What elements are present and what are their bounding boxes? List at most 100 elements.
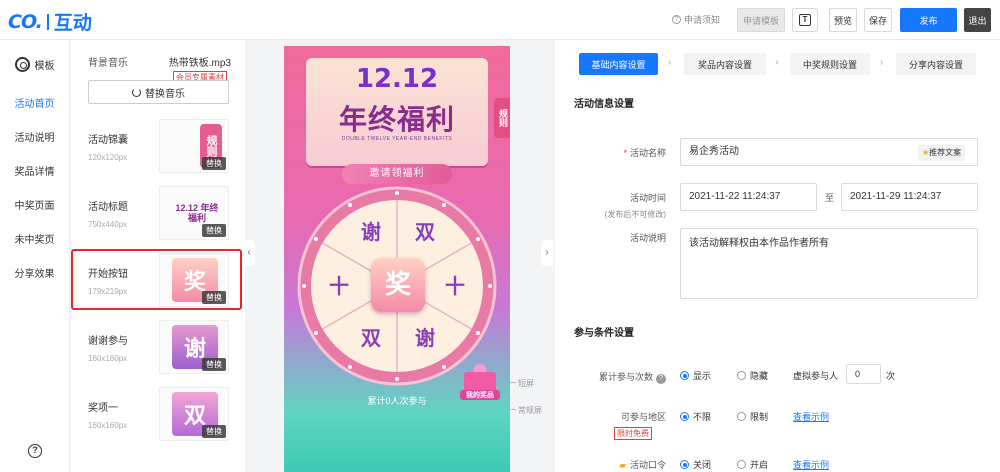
logo-divider — [46, 13, 49, 30]
apply-notice-label: 申请须知 — [684, 15, 721, 25]
normal-screen-marker — [510, 409, 516, 410]
nav-item-share[interactable]: 分享效果 — [0, 258, 69, 292]
activity-name-label: * 活动名称 — [623, 148, 666, 158]
help-icon[interactable]: ? — [656, 374, 666, 384]
asset-name: 活动标题 — [88, 202, 128, 213]
asset-thumbnail: 双 替换 — [159, 387, 229, 441]
save-button[interactable]: 保存 — [864, 8, 892, 32]
wheel-segment-ten-right: 十 — [445, 274, 465, 298]
phone-preview-canvas[interactable]: 12.12 年终福利 DOUBLE TWELVE YEAR-END BENEFI… — [284, 46, 510, 472]
banner-title: 年终福利 — [338, 103, 455, 136]
asset-item-prize-one[interactable]: 奖项一 160x160px 双 替换 — [88, 387, 229, 445]
replace-button[interactable]: 替换 — [202, 358, 226, 371]
nav-item-description[interactable]: 活动说明 — [0, 122, 69, 156]
view-example-link-password[interactable]: 查看示例 — [793, 458, 829, 471]
asset-item-title[interactable]: 活动标题 750x440px 12.12 年终福利 替换 — [88, 186, 229, 244]
virtual-participants-input[interactable]: 0 — [846, 364, 881, 384]
text-tool-button[interactable]: T — [792, 8, 818, 32]
title-banner[interactable]: 12.12 年终福利 DOUBLE TWELVE YEAR-END BENEFI… — [306, 58, 488, 166]
chevron-right-icon: › — [775, 57, 779, 68]
nav-item-win-page[interactable]: 中奖页面 — [0, 190, 69, 224]
radio-selected-icon — [680, 371, 689, 380]
radio-off[interactable]: 关闭 — [680, 458, 711, 471]
top-header: CO. 互动 ? 申请须知 申请模板 T 预览 保存 发布 退出 — [0, 0, 1000, 40]
wheel-segment-ten-left: 十 — [329, 274, 349, 298]
asset-size: 120x120px — [88, 153, 128, 162]
end-time-input[interactable]: 2021-11-29 11:24:37 — [841, 183, 978, 211]
replace-music-button[interactable]: 替换音乐 — [88, 80, 229, 104]
chevron-right-icon: › — [668, 57, 672, 68]
participation-counter: 累计0人次参与 — [367, 396, 427, 406]
preview-button[interactable]: 预览 — [829, 8, 857, 32]
wheel-segment-double-bottom: 双 — [361, 326, 381, 350]
asset-name: 谢谢参与 — [88, 336, 128, 347]
nav-item-lose-page[interactable]: 未中奖页 — [0, 224, 69, 258]
collapse-right-chevron-icon[interactable]: › — [541, 240, 553, 266]
radio-limited[interactable]: 限制 — [737, 410, 768, 423]
asset-item-tips[interactable]: 活动锦囊 120x120px 规则 替换 — [88, 119, 229, 177]
radio-hide[interactable]: 隐藏 — [737, 369, 768, 382]
app-logo[interactable]: CO. 互动 — [8, 8, 92, 35]
chevron-right-icon: › — [880, 57, 884, 68]
radio-on[interactable]: 开启 — [737, 458, 768, 471]
step-share-content[interactable]: 分享内容设置 — [896, 53, 976, 75]
radio-unlimited[interactable]: 不限 — [680, 410, 711, 423]
activity-desc-textarea[interactable]: 该活动解释权由本作品作者所有 — [680, 228, 978, 299]
password-icon: ▰ — [619, 460, 626, 470]
radio-unselected-icon — [737, 371, 746, 380]
radio-selected-icon — [680, 460, 689, 469]
apply-template-button[interactable]: 申请模板 — [737, 8, 785, 32]
collapse-left-chevron-icon[interactable]: ‹ — [243, 240, 255, 266]
view-example-link[interactable]: 查看示例 — [793, 410, 829, 423]
step-basic-content[interactable]: 基础内容设置 — [579, 53, 658, 75]
template-nav[interactable]: 模板 — [0, 40, 69, 88]
asset-name: 奖项一 — [88, 403, 118, 414]
short-screen-marker — [510, 382, 516, 383]
participation-count-label: 累计参与次数? — [560, 370, 666, 384]
radio-unselected-icon — [737, 460, 746, 469]
step-win-rules[interactable]: 中奖规则设置 — [790, 53, 870, 75]
apply-notice-link[interactable]: ? 申请须知 — [672, 13, 720, 26]
banner-subtitle: DOUBLE TWELVE YEAR-END BENEFITS — [341, 136, 453, 142]
password-label: ▰ 活动口令 — [619, 460, 666, 470]
text-box-icon: T — [799, 14, 811, 26]
recommend-copy-button[interactable]: ★推荐文案 — [918, 145, 966, 161]
template-icon — [14, 56, 30, 72]
nav-item-prize-details[interactable]: 奖品详情 — [0, 156, 69, 190]
nav-item-home[interactable]: 活动首页 — [0, 88, 69, 122]
help-icon[interactable]: ? — [28, 444, 42, 458]
section-title-join: 参与条件设置 — [574, 328, 634, 339]
start-time-input[interactable]: 2021-11-22 11:24:37 — [680, 183, 817, 211]
virtual-participants-label: 虚拟参与人 — [793, 371, 839, 381]
activity-desc-label: 活动说明 — [629, 233, 666, 243]
replace-button[interactable]: 替换 — [202, 224, 226, 237]
section-title-info: 活动信息设置 — [574, 99, 634, 110]
template-label: 模板 — [34, 60, 55, 72]
radio-show[interactable]: 显示 — [680, 369, 711, 382]
exit-button[interactable]: 退出 — [964, 8, 991, 32]
radio-unselected-icon — [737, 412, 746, 421]
selected-asset-highlight — [71, 249, 242, 310]
asset-thumbnail: 规则 替换 — [159, 119, 229, 173]
invite-benefits-button[interactable]: 邀请领福利 — [342, 164, 452, 184]
replace-music-label: 替换音乐 — [145, 88, 185, 100]
replace-button[interactable]: 替换 — [202, 157, 226, 170]
start-draw-button[interactable]: 奖 — [371, 258, 425, 312]
asset-size: 160x160px — [88, 421, 128, 430]
time-separator: 至 — [825, 193, 835, 203]
asset-item-thanks[interactable]: 谢谢参与 160x160px 谢 替换 — [88, 320, 229, 378]
activity-time-label: 活动时间 — [629, 193, 666, 203]
asset-thumbnail: 12.12 年终福利 替换 — [159, 186, 229, 240]
step-prize-content[interactable]: 奖品内容设置 — [684, 53, 766, 75]
region-label: 可参与地区 — [620, 412, 666, 422]
wheel-segment-thanks: 谢 — [361, 220, 381, 244]
rules-tab[interactable]: 规则 — [494, 98, 510, 138]
lottery-wheel: 谢 双 十 十 谢 双 奖 — [297, 186, 497, 386]
replace-button[interactable]: 替换 — [202, 425, 226, 438]
wheel-segment-thanks-bottom: 谢 — [415, 326, 435, 350]
logo-mark-icon: CO. — [8, 10, 43, 33]
normal-screen-label: 常规屏 — [518, 406, 542, 415]
publish-button[interactable]: 发布 — [900, 8, 957, 32]
asset-size: 160x160px — [88, 354, 128, 363]
question-icon: ? — [672, 15, 681, 24]
